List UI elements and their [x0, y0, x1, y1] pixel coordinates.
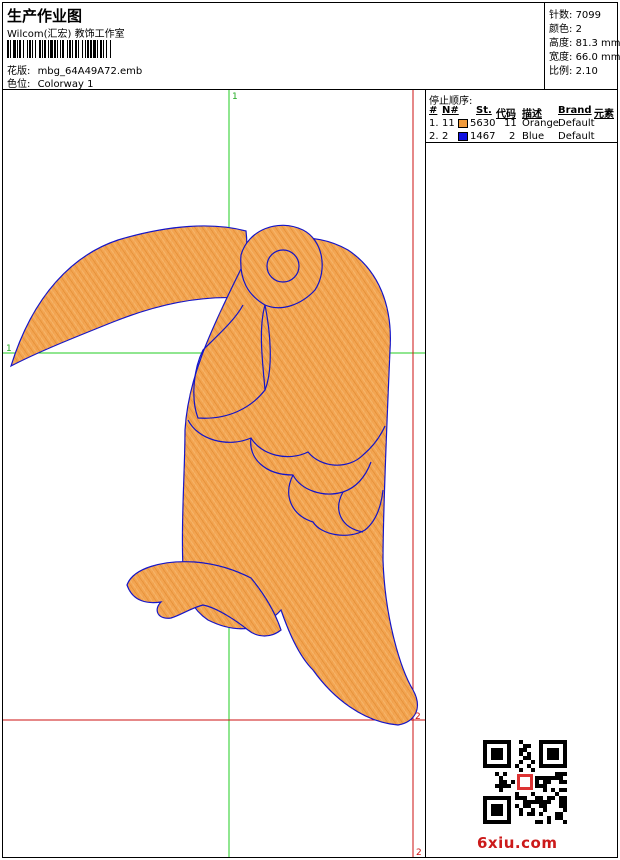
- row-code: 11: [504, 118, 517, 129]
- panel-rule: [426, 142, 617, 143]
- row-stitches: 5630: [470, 118, 496, 129]
- col-stitches: St.: [476, 105, 492, 116]
- color-swatch: [458, 119, 468, 128]
- eye-ring-icon: [266, 249, 300, 283]
- stat-colors: 颜色: 2: [549, 24, 582, 35]
- row-num: 1.: [429, 118, 439, 129]
- qr-code[interactable]: [483, 740, 567, 824]
- design-canvas[interactable]: 1 1 2 2: [3, 90, 425, 857]
- page-title: 生产作业图: [7, 7, 83, 25]
- col-num: #: [429, 105, 438, 116]
- row-brand: Default: [558, 131, 595, 142]
- barcode: [7, 40, 193, 58]
- toucan-design: 1 1 2 2: [3, 90, 425, 857]
- guide-label-red-h: 2: [415, 712, 421, 722]
- production-worksheet: 生产作业图 Wilcom(汇宏) 教饰工作室 花版: mbg_64A49A72.…: [2, 2, 620, 858]
- row-desc: Orange: [522, 118, 559, 129]
- header-info: 生产作业图 Wilcom(汇宏) 教饰工作室 花版: mbg_64A49A72.…: [3, 3, 545, 90]
- guide-label-green-h: 1: [6, 344, 12, 354]
- stat-height: 高度: 81.3 mm: [549, 38, 620, 49]
- stats-box: 针数: 7099 颜色: 2 高度: 81.3 mm 宽度: 66.0 mm 比…: [545, 3, 620, 89]
- watermark-logo: 6xiu.com: [477, 834, 558, 852]
- stat-width: 宽度: 66.0 mm: [549, 52, 620, 63]
- row-stitches: 1467: [470, 131, 496, 142]
- row-n: 2: [442, 131, 449, 142]
- stat-stitches: 针数: 7099: [549, 10, 602, 21]
- company-name: Wilcom(汇宏) 教饰工作室: [7, 29, 125, 40]
- col-element: 元素: [594, 109, 614, 120]
- row-brand: Default: [558, 118, 595, 129]
- colorway-row: 色位: Colorway 1: [7, 75, 93, 90]
- body-overlay: [182, 238, 418, 725]
- row-n: 11: [442, 118, 455, 129]
- row-code: 2: [509, 131, 516, 142]
- row-num: 2.: [429, 131, 439, 142]
- color-swatch: [458, 132, 468, 141]
- guide-label-green-v: 1: [232, 92, 238, 102]
- guide-label-red-v: 2: [416, 848, 422, 857]
- row-desc: Blue: [522, 131, 545, 142]
- stat-scale: 比例: 2.10: [549, 66, 598, 77]
- col-n: N#: [442, 105, 459, 116]
- col-brand: Brand: [558, 105, 592, 116]
